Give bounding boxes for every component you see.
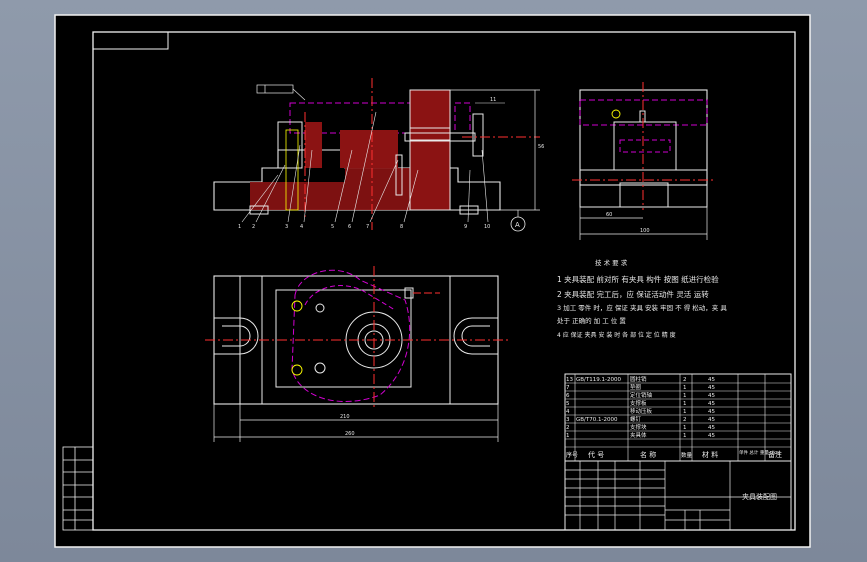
bom-cell-no: 3 — [566, 417, 570, 423]
bom-cell-qty: 1 — [683, 425, 687, 431]
bom-cell-name: 螺钉 — [630, 415, 642, 423]
svg-text:3: 3 — [285, 224, 288, 230]
tech-req-item: 处于 正确的 加 工 位 置 — [557, 316, 626, 325]
bom-cell-code: GB/T70.1-2000 — [576, 417, 618, 423]
svg-text:4: 4 — [300, 224, 303, 230]
bom-cell-no: 1 — [566, 433, 570, 439]
tech-req-title: 技 术 要 求 — [595, 258, 628, 267]
bom-cell-mat: 45 — [708, 425, 715, 431]
bom-cell-no: 5 — [566, 401, 570, 407]
height-dim-label: 56 — [538, 144, 544, 150]
bom-cell-mat: 45 — [708, 417, 715, 423]
bom-cell-name: 支撑块 — [630, 423, 647, 431]
bom-cell-no: 2 — [566, 425, 570, 431]
svg-text:2: 2 — [252, 224, 255, 230]
bom-cell-qty: 1 — [683, 433, 687, 439]
svg-text:7: 7 — [366, 224, 369, 230]
bom-cell-mat: 45 — [708, 393, 715, 399]
bom-cell-code: GB/T119.1-2000 — [576, 377, 621, 383]
svg-text:5: 5 — [331, 224, 334, 230]
bom-cell-mat: 45 — [708, 377, 715, 383]
section-marker-label: A — [515, 221, 520, 229]
bom-cell-mat: 45 — [708, 401, 715, 407]
bom-cell-qty: 1 — [683, 401, 687, 407]
drawing-title: 夹具装配图 — [742, 492, 777, 501]
svg-text:名 称: 名 称 — [640, 450, 656, 459]
bom-cell-name: 定位销轴 — [630, 391, 653, 399]
bom-cell-qty: 1 — [683, 385, 687, 391]
bom-cell-name: 移动压板 — [630, 407, 653, 415]
svg-text:6: 6 — [348, 224, 351, 230]
svg-text:8: 8 — [400, 224, 403, 230]
bom-cell-qty: 2 — [683, 417, 687, 423]
bom-cell-qty: 1 — [683, 393, 687, 399]
tech-req-item: 2 夹具装配 完工后，应 保证活动件 灵活 运转 — [557, 289, 709, 299]
tech-req-item: 3 加工 零件 时，应 保证 夹具 安装 牢固 不 得 松动，夹 具 — [557, 303, 727, 312]
tech-req-item: 1 夹具装配 前对所 有夹具 构件 按图 纸进行检验 — [557, 274, 719, 284]
bom-cell-qty: 1 — [683, 409, 687, 415]
support-block-section — [305, 122, 322, 168]
side-inner-dim: 60 — [606, 212, 612, 218]
svg-text:备注: 备注 — [768, 450, 782, 459]
bom-cell-name: 支撑板 — [630, 399, 647, 407]
clamp-column — [409, 89, 451, 211]
plan-inner-dim: 210 — [340, 414, 350, 420]
bom-cell-no: 13 — [566, 377, 573, 383]
svg-text:10: 10 — [484, 224, 490, 230]
bom-cell-no: 4 — [566, 409, 570, 415]
svg-text:数量: 数量 — [681, 451, 693, 459]
svg-text:11: 11 — [490, 97, 496, 103]
bom-cell-qty: 2 — [683, 377, 687, 383]
bom-cell-no: 6 — [566, 393, 570, 399]
bom-cell-name: 圆柱销 — [630, 375, 647, 383]
bom-cell-mat: 45 — [708, 433, 715, 439]
tech-req-item: 4 应 保证 夹具 安 装 时 各 部 位 定 位 精 度 — [557, 331, 676, 339]
svg-text:代 号: 代 号 — [588, 450, 604, 459]
bom-cell-mat: 45 — [708, 409, 715, 415]
svg-text:材 料: 材 料 — [702, 450, 718, 459]
plan-outer-dim: 260 — [345, 431, 355, 437]
bom-cell-mat: 45 — [708, 385, 715, 391]
bom-cell-name: 垫圈 — [630, 383, 642, 391]
svg-text:序号: 序号 — [566, 451, 578, 459]
cad-drawing: 56 1 2 3 4 5 6 7 8 9 10 11 A 60 100 210 … — [54, 14, 811, 548]
bom-cell-name: 夹具体 — [630, 431, 647, 439]
bom-cell-no: 7 — [566, 385, 570, 391]
svg-text:9: 9 — [464, 224, 467, 230]
side-outer-dim: 100 — [640, 228, 650, 234]
svg-text:1: 1 — [238, 224, 241, 230]
